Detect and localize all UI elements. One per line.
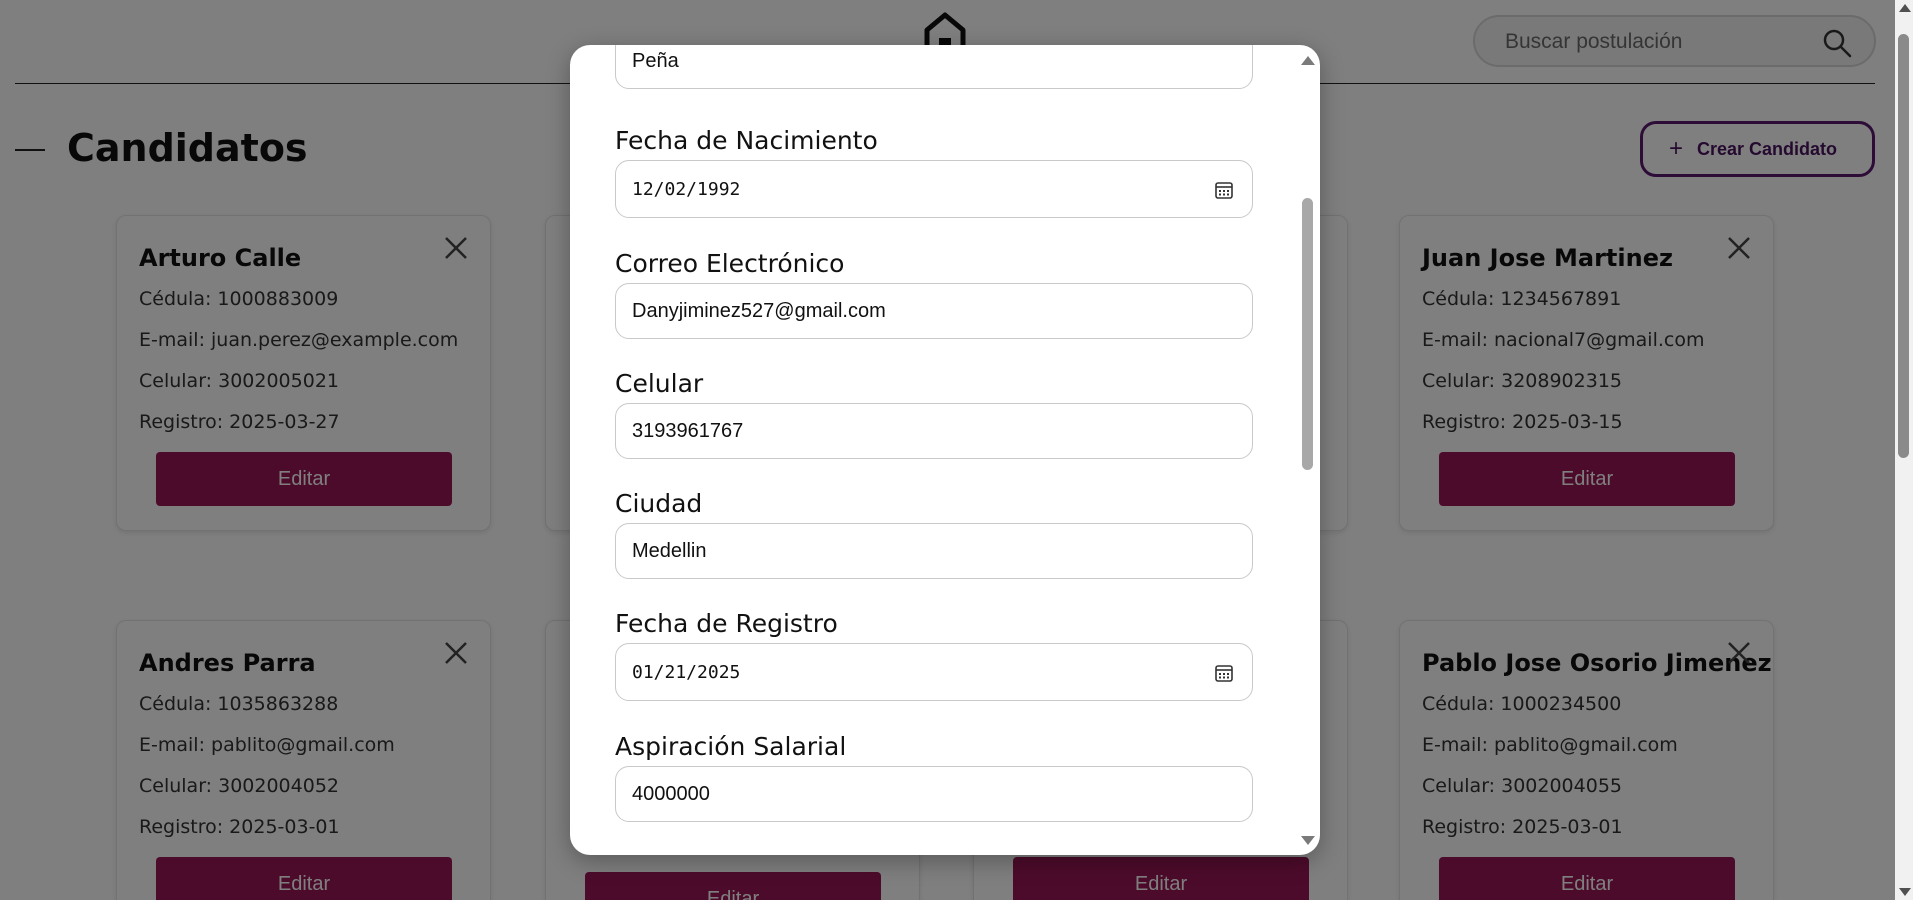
scroll-down-arrow[interactable] <box>1899 888 1911 896</box>
scrollbar-thumb[interactable] <box>1898 34 1909 458</box>
correo-label: Correo Electrónico <box>615 249 845 278</box>
scroll-up-arrow[interactable] <box>1899 4 1911 12</box>
apellido-field[interactable]: Peña <box>615 45 1253 89</box>
fecha-registro-label: Fecha de Registro <box>615 609 838 638</box>
fecha-registro-value: 01/21/2025 <box>632 661 741 683</box>
aspiracion-field[interactable]: 4000000 <box>615 766 1253 822</box>
calendar-icon[interactable] <box>1214 180 1234 200</box>
fecha-nacimiento-label: Fecha de Nacimiento <box>615 126 878 155</box>
aspiracion-label: Aspiración Salarial <box>615 732 847 761</box>
scroll-down-arrow[interactable] <box>1301 836 1315 845</box>
fecha-nacimiento-field[interactable]: 12/02/1992 <box>615 160 1253 218</box>
celular-label: Celular <box>615 369 704 398</box>
correo-field[interactable]: Danyjiminez527@gmail.com <box>615 283 1253 339</box>
ciudad-label: Ciudad <box>615 489 703 518</box>
scroll-up-arrow[interactable] <box>1301 56 1315 65</box>
celular-field[interactable]: 3193961767 <box>615 403 1253 459</box>
page-scrollbar[interactable] <box>1895 0 1913 900</box>
scrollbar-thumb[interactable] <box>1302 198 1313 470</box>
calendar-icon[interactable] <box>1214 663 1234 683</box>
fecha-nacimiento-value: 12/02/1992 <box>632 178 741 200</box>
ciudad-field[interactable]: Medellin <box>615 523 1253 579</box>
edit-candidate-modal: Peña Fecha de Nacimiento 12/02/1992 Corr… <box>570 45 1320 855</box>
fecha-registro-field[interactable]: 01/21/2025 <box>615 643 1253 701</box>
modal-scrollbar[interactable] <box>1298 45 1316 855</box>
